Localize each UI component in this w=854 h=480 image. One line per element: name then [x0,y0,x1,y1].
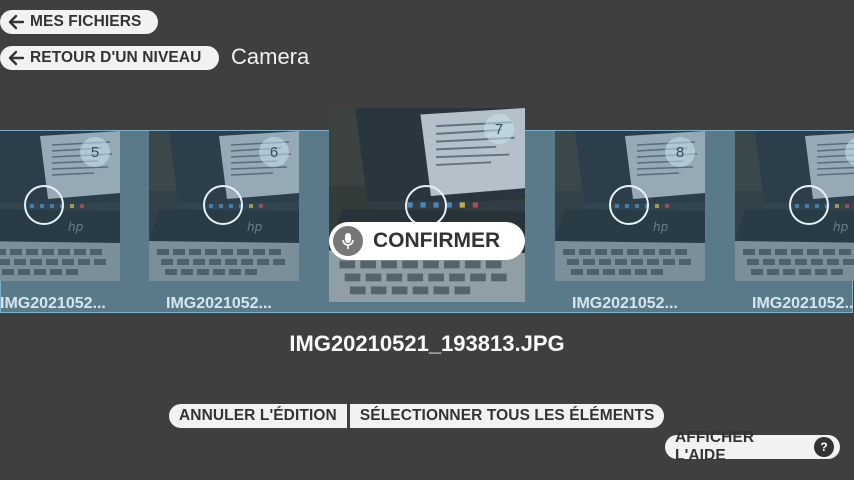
select-all-button[interactable]: SÉLECTIONNER TOUS LES ÉLÉMENTS [349,404,665,428]
my-files-button[interactable]: MES FICHIERS [0,10,158,34]
selected-filename: IMG20210521_193813.JPG [289,331,565,356]
gallery-item-caption: IMG2021052... [572,295,678,312]
edit-actions: ANNULER L'ÉDITION SÉLECTIONNER TOUS LES … [169,404,665,428]
show-help-label: AFFICHER L'AIDE [675,429,755,464]
gallery-item-5[interactable]: 5 [0,131,120,281]
confirm-label: CONFIRMER [373,229,501,252]
item-number-badge: 6 [259,137,289,167]
gallery-item-6[interactable]: 6 [149,131,299,281]
select-circle-icon[interactable] [405,185,447,227]
gallery-item-7-current[interactable]: 7 [329,108,525,302]
select-circle-icon[interactable] [24,185,64,225]
microphone-icon [333,226,363,256]
arrow-left-icon [6,10,26,34]
arrow-left-icon [6,46,26,70]
select-circle-icon[interactable] [789,185,829,225]
item-number-badge: 7 [484,114,514,144]
gallery-item-caption: IMG2021052... [166,295,272,312]
my-files-label: MES FICHIERS [30,13,142,30]
gallery-item-8[interactable]: 8 [555,131,705,281]
back-one-level-label: RETOUR D'UN NIVEAU [30,49,202,66]
back-one-level-button[interactable]: RETOUR D'UN NIVEAU [0,46,219,70]
gallery-item-caption: IMG2021052... [752,295,854,312]
confirm-button[interactable]: CONFIRMER [329,222,525,260]
gallery-item-caption: IMG2021052... [0,295,106,312]
item-number-badge: 5 [80,137,110,167]
select-circle-icon[interactable] [203,185,243,225]
cancel-edit-button[interactable]: ANNULER L'ÉDITION [169,404,347,428]
select-circle-icon[interactable] [609,185,649,225]
item-number-badge: 8 [665,137,695,167]
select-all-label: SÉLECTIONNER TOUS LES ÉLÉMENTS [359,407,655,424]
folder-title: Camera [231,44,310,69]
show-help-button[interactable]: AFFICHER L'AIDE ? [665,429,840,464]
cancel-edit-label: ANNULER L'ÉDITION [179,407,337,424]
help-icon: ? [814,437,834,457]
gallery-item-9[interactable] [735,131,854,281]
